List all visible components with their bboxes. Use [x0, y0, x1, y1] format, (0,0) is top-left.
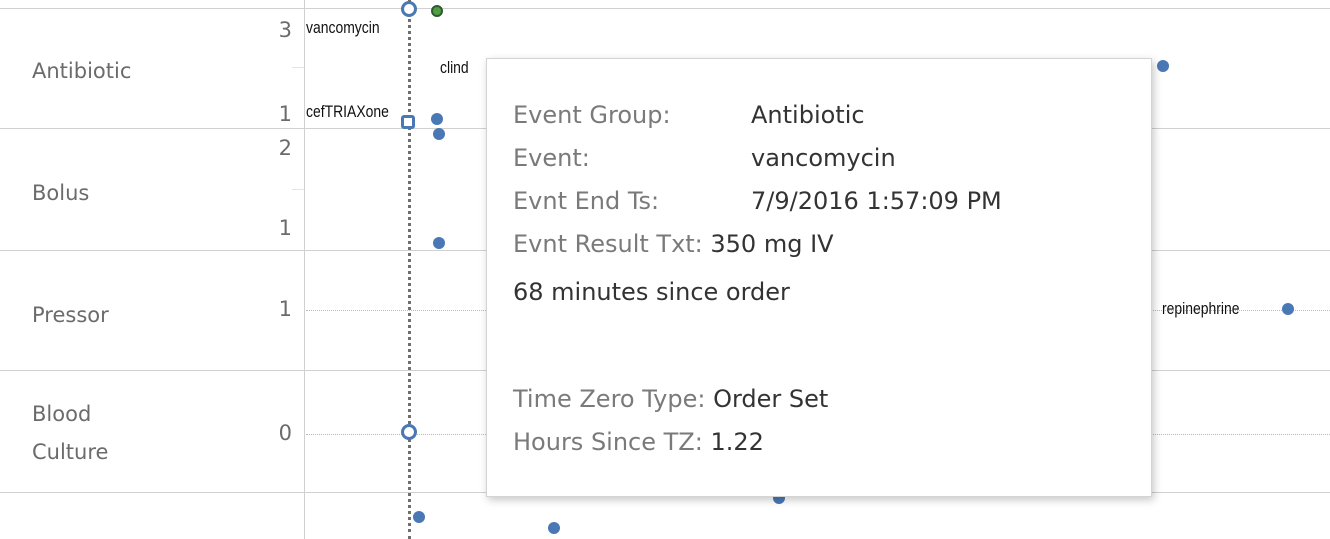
tooltip-key: Time Zero Type:: [513, 385, 706, 413]
time-zero-line: [408, 0, 411, 539]
tooltip-row-event-group: Event Group: Antibiotic: [513, 101, 865, 129]
row-separator: [0, 8, 1330, 9]
tooltip-key: Hours Since TZ:: [513, 428, 703, 456]
tooltip-row-result-txt: Evnt Result Txt: 350 mg IV: [513, 230, 834, 258]
tooltip-value: Order Set: [705, 385, 829, 413]
event-mark[interactable]: [1157, 60, 1169, 72]
tooltip-value: vancomycin: [751, 144, 896, 172]
tooltip-note: 68 minutes since order: [513, 278, 790, 306]
tooltip-row-hours-since: Hours Since TZ: 1.22: [513, 428, 764, 456]
tooltip-value: 350 mg IV: [702, 230, 834, 258]
tick-label: 0: [278, 421, 292, 445]
tick-label: 1: [278, 297, 292, 321]
tooltip-value: Antibiotic: [751, 101, 865, 129]
minor-gridline: [292, 67, 304, 68]
event-mark-ceftriaxone[interactable]: [401, 115, 415, 129]
axis-divider: [304, 0, 305, 539]
tick-label: 3: [278, 18, 292, 42]
tooltip-key: Event Group:: [513, 101, 671, 129]
minor-gridline: [292, 189, 304, 190]
row-label-bolus: Bolus: [32, 181, 90, 205]
tick-label: 1: [278, 102, 292, 126]
tooltip-row-end-ts: Evnt End Ts: 7/9/2016 1:57:09 PM: [513, 187, 1002, 215]
event-mark[interactable]: [433, 237, 445, 249]
event-mark-blood-culture[interactable]: [401, 424, 417, 440]
tooltip-key: Evnt End Ts:: [513, 187, 660, 215]
tooltip-row-event: Event: vancomycin: [513, 144, 896, 172]
tooltip-row-tz-type: Time Zero Type: Order Set: [513, 385, 828, 413]
tooltip-key: Evnt Result Txt:: [513, 230, 703, 258]
event-tooltip: Event Group: Antibiotic Event: vancomyci…: [486, 58, 1152, 497]
mark-label-ceftriaxone: cefTRIAXone: [306, 102, 389, 121]
mark-label-vancomycin: vancomycin: [306, 18, 380, 37]
tooltip-key: Event:: [513, 144, 590, 172]
event-mark-highlight[interactable]: [431, 5, 443, 17]
tick-label: 1: [278, 216, 292, 240]
row-label-antibiotic: Antibiotic: [32, 59, 132, 83]
row-label-pressor: Pressor: [32, 303, 109, 327]
tick-label: 2: [278, 136, 292, 160]
event-mark[interactable]: [433, 128, 445, 140]
tooltip-value: 7/9/2016 1:57:09 PM: [751, 187, 1002, 215]
event-mark-norepinephrine[interactable]: [1282, 303, 1294, 315]
event-mark[interactable]: [431, 113, 443, 125]
event-mark[interactable]: [548, 522, 560, 534]
event-mark[interactable]: [413, 511, 425, 523]
row-label-blood-culture: Blood Culture: [32, 402, 109, 464]
event-mark-vancomycin-selected[interactable]: [401, 1, 417, 17]
mark-label-clind: clind: [440, 58, 469, 77]
mark-label-norepinephrine: repinephrine: [1162, 299, 1240, 318]
tooltip-value: 1.22: [702, 428, 764, 456]
